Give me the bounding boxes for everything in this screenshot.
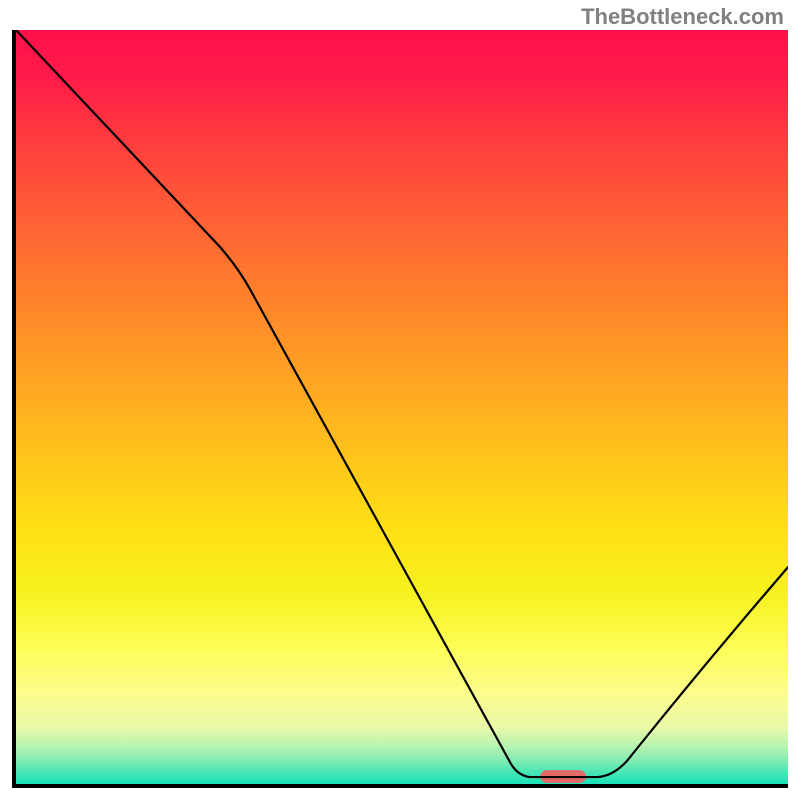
curve-layer xyxy=(16,30,788,784)
chart-container: TheBottleneck.com xyxy=(0,0,800,800)
watermark-text: TheBottleneck.com xyxy=(581,4,784,30)
bottleneck-curve xyxy=(16,30,788,777)
plot-area xyxy=(12,30,788,788)
